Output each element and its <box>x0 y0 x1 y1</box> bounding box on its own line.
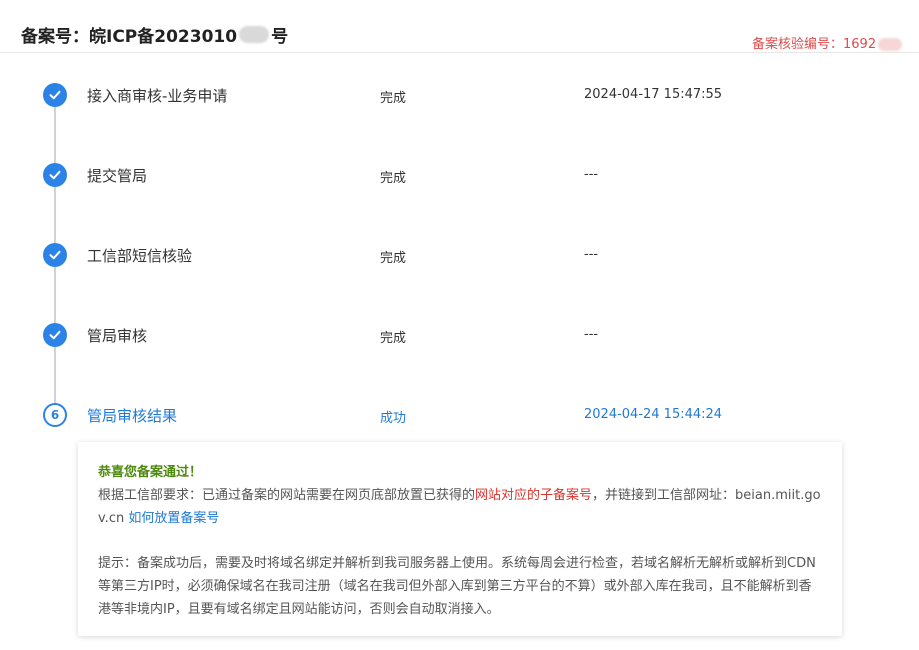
icp-number-title: 备案号：皖ICP备2023010 号 <box>21 22 288 47</box>
redacted-mask <box>878 38 903 51</box>
step-name: 工信部短信核验 <box>87 247 193 265</box>
timeline-step: 工信部短信核验 完成 --- <box>0 243 919 271</box>
timeline-step: 提交管局 完成 --- <box>0 163 919 191</box>
step-time: 2024-04-17 15:47:55 <box>584 87 723 102</box>
how-to-place-link[interactable]: 如何放置备案号 <box>128 511 219 526</box>
notice-tip: 提示：备案成功后，需要及时将域名绑定并解析到我司服务器上使用。系统每周会进行检查… <box>98 556 816 617</box>
requirement-highlight: 网站对应的子备案号 <box>475 488 593 503</box>
step-status: 成功 <box>380 411 407 426</box>
check-icon <box>43 83 67 107</box>
notice-title: 恭喜您备案通过！ <box>98 465 203 480</box>
check-icon <box>43 243 67 267</box>
check-icon <box>43 163 67 187</box>
page-header: 备案号：皖ICP备2023010 号 备案核验编号：1692 <box>0 0 919 53</box>
requirement-text: 根据工信部要求：已通过备案的网站需要在网页底部放置已获得的 <box>98 488 476 503</box>
step-status: 完成 <box>380 331 407 346</box>
timeline-step: 接入商审核-业务申请 完成 2024-04-17 15:47:55 <box>0 83 919 111</box>
verification-value: 1692 <box>843 37 877 52</box>
step-status: 完成 <box>380 171 407 186</box>
icp-number-suffix: 号 <box>271 27 289 47</box>
step-name: 管局审核结果 <box>87 407 178 425</box>
notice-requirement: 根据工信部要求：已通过备案的网站需要在网页底部放置已获得的网站对应的子备案号，并… <box>98 484 822 530</box>
timeline-step: 管局审核 完成 --- <box>0 323 919 351</box>
verification-label: 备案核验编号： <box>752 37 844 52</box>
step-name: 接入商审核-业务申请 <box>87 87 228 105</box>
approval-notice-panel: 恭喜您备案通过！ 根据工信部要求：已通过备案的网站需要在网页底部放置已获得的网站… <box>78 442 842 636</box>
step-time: 2024-04-24 15:44:24 <box>584 407 723 422</box>
step-status: 完成 <box>380 251 407 266</box>
verification-code: 备案核验编号：1692 <box>752 33 903 52</box>
redacted-mask <box>239 26 270 43</box>
step-time: --- <box>584 247 599 262</box>
step-name: 提交管局 <box>87 167 148 185</box>
timeline-step-current: 6 管局审核结果 成功 2024-04-24 15:44:24 <box>0 403 919 431</box>
step-name: 管局审核 <box>87 327 148 345</box>
icp-number-prefix: 备案号：皖ICP备2023010 <box>21 27 238 47</box>
step-time: --- <box>584 167 599 182</box>
step-number-icon: 6 <box>43 403 67 427</box>
step-time: --- <box>584 327 599 342</box>
step-status: 完成 <box>380 91 407 106</box>
check-icon <box>43 323 67 347</box>
